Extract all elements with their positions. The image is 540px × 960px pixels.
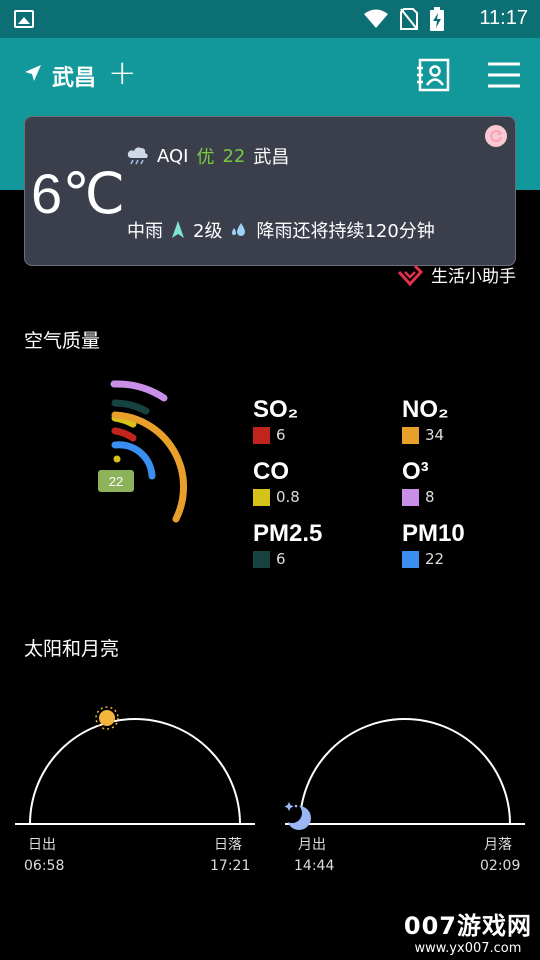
no-sim-icon — [400, 8, 418, 30]
pollutant-no2: NO₂ 34 — [402, 396, 449, 444]
gauge-arc-so2 — [111, 427, 137, 442]
location-name: 武昌 — [253, 147, 290, 168]
sun-moon-arcs — [15, 706, 525, 830]
status-icons — [364, 7, 444, 31]
pollutant-name: O³ — [402, 458, 429, 485]
condition-row: 中雨 2级 降雨还将持续120分钟 — [127, 217, 435, 243]
watermark-url: www.yx007.com — [414, 941, 522, 956]
raindrop-icon — [232, 223, 246, 236]
aqi-value: 22 — [222, 145, 246, 167]
assistant-logo-icon — [397, 264, 423, 286]
life-assistant-link[interactable]: 生活小助手 — [397, 262, 516, 287]
contacts-icon[interactable] — [416, 58, 450, 92]
color-swatch — [402, 426, 419, 444]
sun-icon — [95, 706, 119, 730]
sunrise-label: 日出 — [28, 837, 56, 853]
color-swatch — [253, 550, 270, 568]
status-bar: 11:17 — [0, 0, 540, 38]
weather-card[interactable]: 6℃ AQI 优 22 武昌 中雨 2级 降雨还将持续120分钟 — [24, 116, 516, 266]
weather-condition: 中雨 — [127, 221, 163, 242]
image-notification-icon — [14, 10, 34, 28]
watermark-title: 007游戏网 — [403, 912, 532, 940]
pollutant-name: NO₂ — [402, 396, 449, 423]
pollutant-value: 6 — [276, 550, 286, 568]
pollutant-pm10: PM10 22 — [402, 520, 465, 568]
pollutant-value: 8 — [425, 488, 435, 506]
wind-level: 2级 — [193, 221, 223, 242]
moonrise-time: 14:44 — [294, 858, 335, 874]
pollutant-o3: O³ 8 — [402, 458, 435, 506]
watermark: 007游戏网 www.yx007.com — [404, 906, 532, 956]
aqi-quality: 优 — [196, 147, 215, 168]
pollutant-name: PM10 — [402, 520, 465, 547]
assistant-label: 生活小助手 — [431, 267, 516, 287]
clock: 11:17 — [479, 7, 528, 29]
sun-arc — [29, 718, 241, 825]
refresh-icon — [490, 130, 503, 142]
moonset-label: 月落 — [484, 837, 512, 853]
pollutant-pm25: PM2.5 6 — [253, 520, 322, 568]
location-arrow-icon[interactable] — [24, 64, 42, 82]
city-name[interactable]: 武昌 — [52, 60, 96, 92]
wind-direction-icon — [172, 221, 184, 238]
moonrise-label: 月出 — [298, 837, 326, 853]
pollutant-so2: SO₂ 6 — [253, 396, 298, 444]
gauge-arc-o3 — [110, 380, 168, 402]
sunset-time: 17:21 — [210, 858, 251, 874]
refresh-button[interactable] — [485, 125, 507, 147]
pollutant-name: CO — [253, 458, 289, 485]
gauge-arc-pm25 — [111, 399, 150, 415]
color-swatch — [253, 426, 270, 444]
color-swatch — [402, 488, 419, 506]
battery-charging-icon — [430, 7, 444, 31]
aqi-gauge: 22 — [98, 380, 188, 523]
air-quality-title: 空气质量 — [24, 330, 101, 352]
gauge-center-dot — [113, 455, 121, 463]
rain-forecast: 降雨还将持续120分钟 — [256, 221, 435, 242]
color-swatch — [253, 488, 270, 506]
moonset-time: 02:09 — [480, 858, 521, 874]
pollutant-value: 34 — [425, 426, 445, 444]
moon-arc — [299, 718, 511, 825]
pollutant-name: PM2.5 — [253, 520, 323, 547]
color-swatch — [402, 550, 419, 568]
sun-moon-title: 太阳和月亮 — [24, 638, 120, 660]
pollutant-value: 22 — [425, 550, 445, 568]
pollutant-co: CO 0.8 — [253, 458, 300, 506]
sunrise-time: 06:58 — [24, 858, 65, 874]
aqi-label: AQI — [157, 145, 189, 167]
moon-icon — [282, 802, 311, 830]
pollutant-value: 6 — [276, 426, 286, 444]
wifi-icon — [364, 9, 388, 28]
aqi-badge: 22 — [109, 474, 123, 489]
aqi-row: AQI 优 22 武昌 — [127, 143, 289, 169]
menu-icon[interactable] — [488, 62, 520, 88]
rain-cloud-icon — [127, 147, 148, 165]
sunset-label: 日落 — [214, 837, 242, 853]
pollutant-name: SO₂ — [253, 396, 299, 423]
pollutant-value: 0.8 — [276, 488, 300, 506]
add-city-button[interactable]: + — [108, 56, 137, 90]
temperature: 6℃ — [31, 162, 126, 225]
